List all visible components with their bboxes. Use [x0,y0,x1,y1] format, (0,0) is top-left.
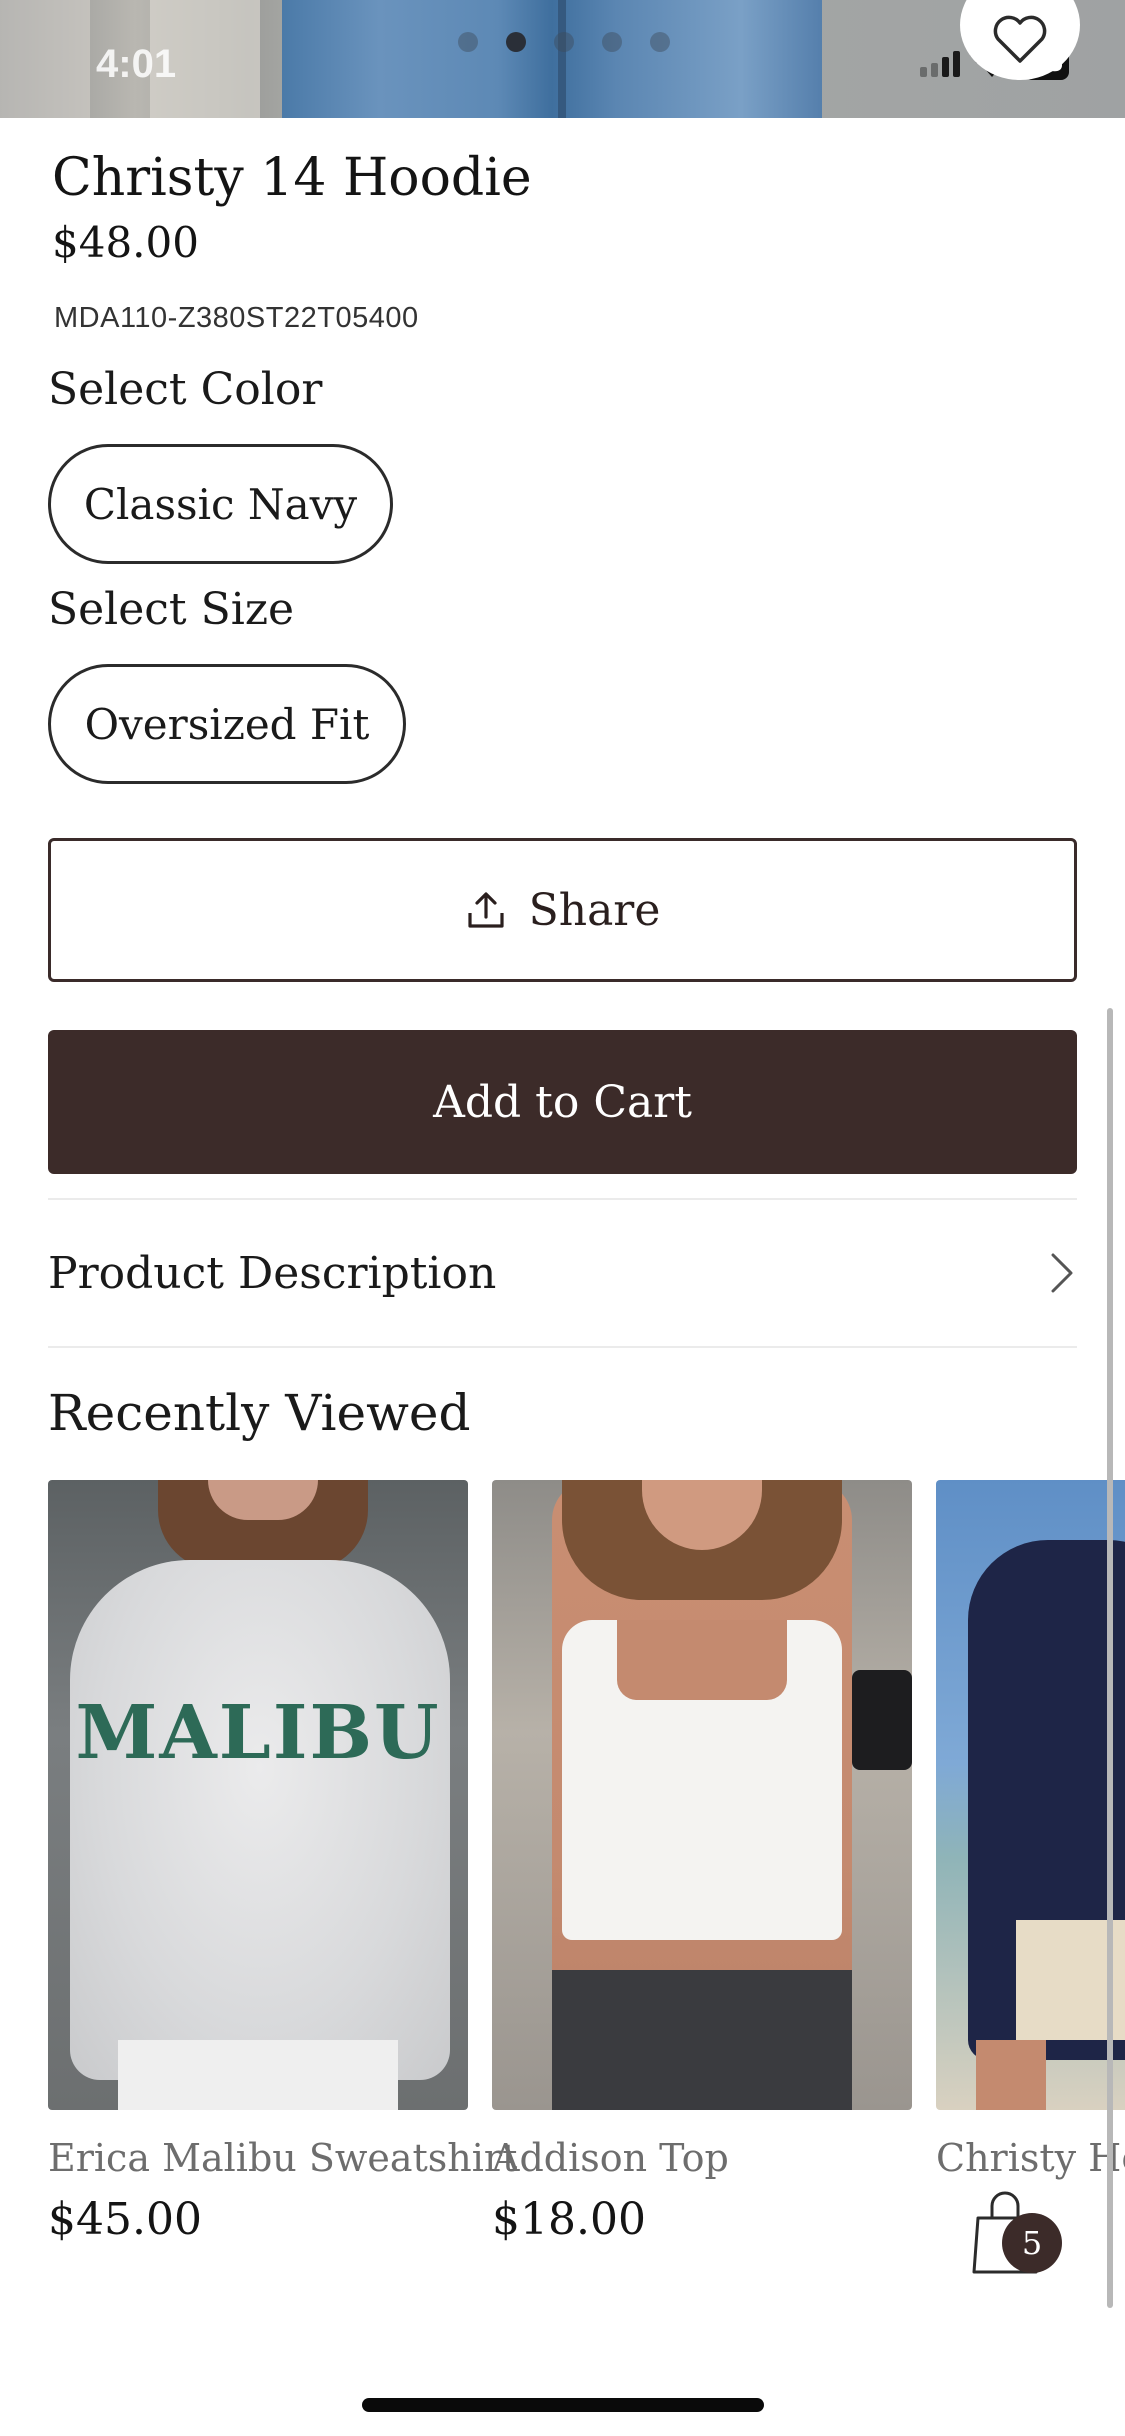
select-color-label: Select Color [48,364,323,415]
card-product-price: $18.00 [492,2194,646,2245]
product-image-carousel[interactable]: 4:01 58 [0,0,1125,118]
carousel-indicator [458,32,670,52]
select-size-label: Select Size [48,584,295,635]
product-description-label: Product Description [48,1247,497,1299]
carousel-dot[interactable] [458,32,478,52]
product-thumbnail[interactable] [492,1480,912,2110]
product-photo [282,0,822,118]
carousel-dot[interactable] [602,32,622,52]
divider [48,1346,1077,1348]
photo-car [852,1670,912,1770]
photo-skirt [118,2040,398,2110]
photo-leg [976,2040,1046,2110]
carousel-dot-active[interactable] [506,32,526,52]
card-product-price: $45.00 [48,2194,202,2245]
share-button[interactable]: Share [48,838,1077,982]
photo-jeans [552,1970,852,2110]
product-photo-seam [558,0,566,118]
card-product-name[interactable]: Christy Hoodie [936,2136,1125,2180]
product-price: $48.00 [52,218,199,267]
recently-viewed-card[interactable]: Christy Hoodie [936,1480,1125,2180]
card-product-name[interactable]: Addison Top [492,2136,912,2180]
cellular-signal-icon [919,47,960,77]
carousel-dot[interactable] [554,32,574,52]
share-icon [467,892,504,928]
status-time: 4:01 [96,42,177,86]
pavement-tile [0,0,90,118]
recently-viewed-title: Recently Viewed [48,1384,471,1442]
chevron-right-icon [1051,1253,1073,1293]
card-product-name[interactable]: Erica Malibu Sweatshirt [48,2136,517,2180]
carousel-dot[interactable] [650,32,670,52]
home-indicator[interactable] [362,2398,764,2412]
heart-icon [993,15,1047,63]
cart-count-badge[interactable]: 5 [1002,2213,1062,2273]
scrollbar[interactable] [1107,1008,1113,2308]
photo-sweatshirt [70,1560,450,2080]
photo-neckline [617,1620,787,1700]
recently-viewed-card[interactable]: MALIBU Erica Malibu Sweatshirt $45.00 [48,1480,517,2245]
sweatshirt-print: MALIBU [75,1690,441,1776]
product-description-row[interactable]: Product Description [48,1200,1077,1346]
product-title: Christy 14 Hoodie [52,148,532,208]
add-to-cart-button[interactable]: Add to Cart [48,1030,1077,1174]
recently-viewed-card[interactable]: Addison Top $18.00 [492,1480,912,2245]
share-label: Share [528,884,661,936]
size-option-button[interactable]: Oversized Fit [48,664,406,784]
product-thumbnail[interactable]: MALIBU [48,1480,468,2110]
product-thumbnail[interactable] [936,1480,1125,2110]
product-sku: MDA110-Z380ST22T05400 [54,302,419,334]
color-option-button[interactable]: Classic Navy [48,444,393,564]
